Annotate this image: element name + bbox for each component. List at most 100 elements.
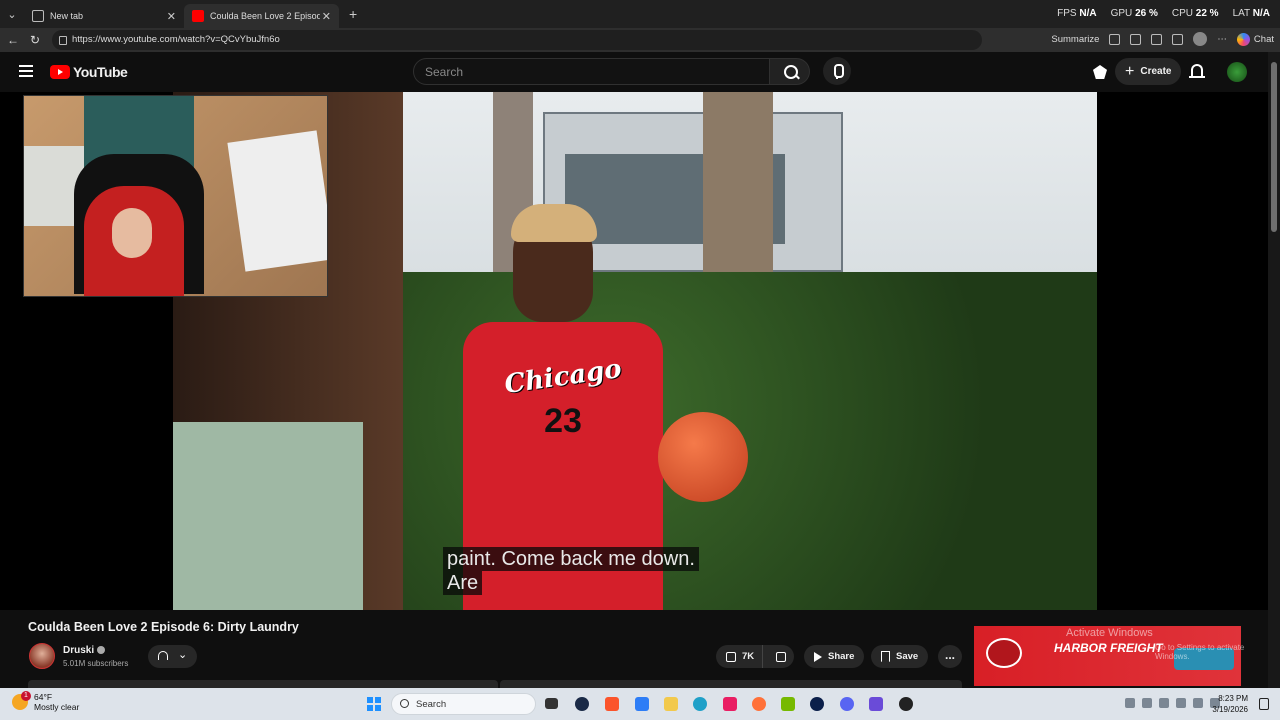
windows-taskbar: 1 64°F Mostly clear Search 8:23 PM 3/19/2…: [0, 688, 1280, 720]
scroll-thumb[interactable]: [1271, 62, 1277, 232]
tray-steam-icon[interactable]: [1142, 698, 1152, 708]
steam-icon[interactable]: [575, 697, 589, 711]
taskbar-search[interactable]: Search: [391, 693, 536, 715]
extensions-icon[interactable]: [1151, 33, 1163, 45]
share-button[interactable]: Share: [804, 645, 865, 668]
task-view-icon[interactable]: [545, 698, 558, 709]
more-menu-icon[interactable]: ⋯: [1217, 34, 1227, 45]
save-button[interactable]: Save: [871, 645, 929, 668]
app-icon[interactable]: [869, 697, 883, 711]
tab-new-tab[interactable]: New tab ✕: [24, 4, 184, 28]
taskbar-clock[interactable]: 8:23 PM 3/19/2026: [1212, 693, 1248, 715]
share-label: Share: [828, 651, 855, 662]
search-input[interactable]: [413, 58, 770, 85]
copilot-icon: [1236, 32, 1250, 46]
tab-list-dropdown[interactable]: ⌄: [0, 8, 24, 21]
url-field[interactable]: https://www.youtube.com/watch?v=QCvYbuJf…: [52, 30, 982, 50]
channel-avatar[interactable]: [29, 643, 55, 669]
jersey-number: 23: [544, 402, 582, 440]
new-tab-button[interactable]: +: [349, 6, 357, 22]
chevron-down-icon: ⌄: [178, 649, 188, 661]
cpu-label: CPU: [1171, 8, 1193, 19]
comments-box[interactable]: [500, 680, 962, 688]
subscription-bell-button[interactable]: ⌄: [148, 645, 197, 668]
more-actions-button[interactable]: ...: [938, 645, 962, 668]
share-arrow-icon: [814, 651, 822, 662]
youtube-logo[interactable]: YouTube: [50, 64, 128, 80]
description-box[interactable]: [28, 680, 498, 688]
nvidia-icon[interactable]: [781, 697, 795, 711]
chat-label: Chat: [1253, 33, 1274, 45]
close-tab-icon[interactable]: ✕: [167, 10, 176, 23]
notepad-icon[interactable]: [635, 697, 649, 711]
weather-badge: 1: [21, 691, 31, 701]
like-count: 7K: [742, 651, 755, 662]
harbor-freight-logo: [986, 638, 1022, 668]
new-tab-icon: [32, 10, 44, 22]
thumbs-down-icon: [776, 651, 787, 662]
collections-icon[interactable]: [1172, 33, 1184, 45]
webcam-face: [112, 208, 152, 258]
refresh-icon[interactable]: ↻: [24, 33, 46, 47]
favorite-star-icon[interactable]: [1130, 33, 1142, 45]
captions: paint. Come back me down. Are: [443, 547, 743, 595]
copilot-chat-button[interactable]: Chat: [1236, 32, 1274, 46]
lat-value: N/A: [1252, 8, 1270, 19]
bell-icon: [158, 651, 168, 660]
performance-overlay: FPS N/A GPU 26 % CPU 22 % LAT N/A: [1057, 8, 1270, 19]
create-label: Create: [1140, 66, 1172, 77]
temperature: 64°F: [34, 692, 53, 702]
logo-text: YouTube: [73, 64, 128, 80]
tray-chevron-icon[interactable]: [1125, 698, 1135, 708]
hamburger-menu-icon[interactable]: [19, 65, 33, 77]
app-icon[interactable]: [723, 697, 737, 711]
channel-name[interactable]: Druski: [63, 645, 94, 656]
back-icon[interactable]: ←: [2, 33, 24, 47]
create-button[interactable]: + Create: [1115, 58, 1182, 85]
page-scrollbar[interactable]: [1268, 52, 1280, 688]
app-icon[interactable]: [810, 697, 824, 711]
brave-icon[interactable]: [605, 697, 619, 711]
like-dislike-group: 7K: [716, 645, 794, 668]
windows-start-icon[interactable]: [367, 697, 381, 711]
user-avatar[interactable]: [1227, 62, 1247, 82]
app-icon[interactable]: [899, 697, 913, 711]
tab-youtube[interactable]: Coulda Been Love 2 Episode 6 ✕: [184, 4, 339, 28]
microphone-icon[interactable]: [823, 57, 851, 85]
weather-widget[interactable]: 1 64°F Mostly clear: [12, 691, 79, 712]
verified-icon: [97, 646, 105, 654]
close-tab-icon[interactable]: ✕: [322, 10, 331, 23]
tray-app-icon[interactable]: [1159, 698, 1169, 708]
hair: [511, 204, 597, 242]
tab-label: Coulda Been Love 2 Episode 6: [210, 11, 320, 21]
clock-date: 3/19/2026: [1212, 705, 1248, 714]
tray-app-icon[interactable]: [1176, 698, 1186, 708]
notification-center-icon[interactable]: [1259, 698, 1269, 710]
video-title: Coulda Been Love 2 Episode 6: Dirty Laun…: [28, 620, 299, 634]
tray-network-icon[interactable]: [1193, 698, 1203, 708]
notifications-bell-icon[interactable]: [1189, 64, 1205, 78]
cpu-value: 22 %: [1195, 8, 1219, 19]
subscriber-count: 5.01M subscribers: [63, 659, 129, 668]
video-player[interactable]: Chicago 23 paint. Come back me down. Are: [0, 92, 1268, 610]
split-screen-icon[interactable]: [1109, 33, 1121, 45]
youtube-favicon-icon: [192, 10, 204, 22]
premium-gem-icon[interactable]: [1093, 65, 1107, 79]
activate-windows-watermark: Activate Windows: [1066, 627, 1153, 639]
firefox-icon[interactable]: [752, 697, 766, 711]
edge-icon[interactable]: [693, 697, 707, 711]
profile-avatar[interactable]: [1193, 32, 1208, 46]
browser-toolbar: Summarize ⋯ Chat: [1051, 32, 1274, 46]
discord-icon[interactable]: [840, 697, 854, 711]
gpu-value: 26 %: [1135, 8, 1158, 19]
address-bar-row: ← ↻ https://www.youtube.com/watch?v=QCvY…: [0, 28, 1280, 52]
clock-time: 8:23 PM: [1218, 694, 1248, 703]
tab-label: New tab: [50, 11, 84, 21]
summarize-button[interactable]: Summarize: [1051, 34, 1099, 45]
search-icon[interactable]: [770, 58, 810, 85]
browser-tab-strip: ⌄ New tab ✕ Coulda Been Love 2 Episode 6…: [0, 0, 1280, 28]
search-box: [413, 58, 810, 85]
file-explorer-icon[interactable]: [664, 697, 678, 711]
like-button[interactable]: 7K: [716, 645, 763, 668]
dislike-button[interactable]: [769, 645, 795, 668]
